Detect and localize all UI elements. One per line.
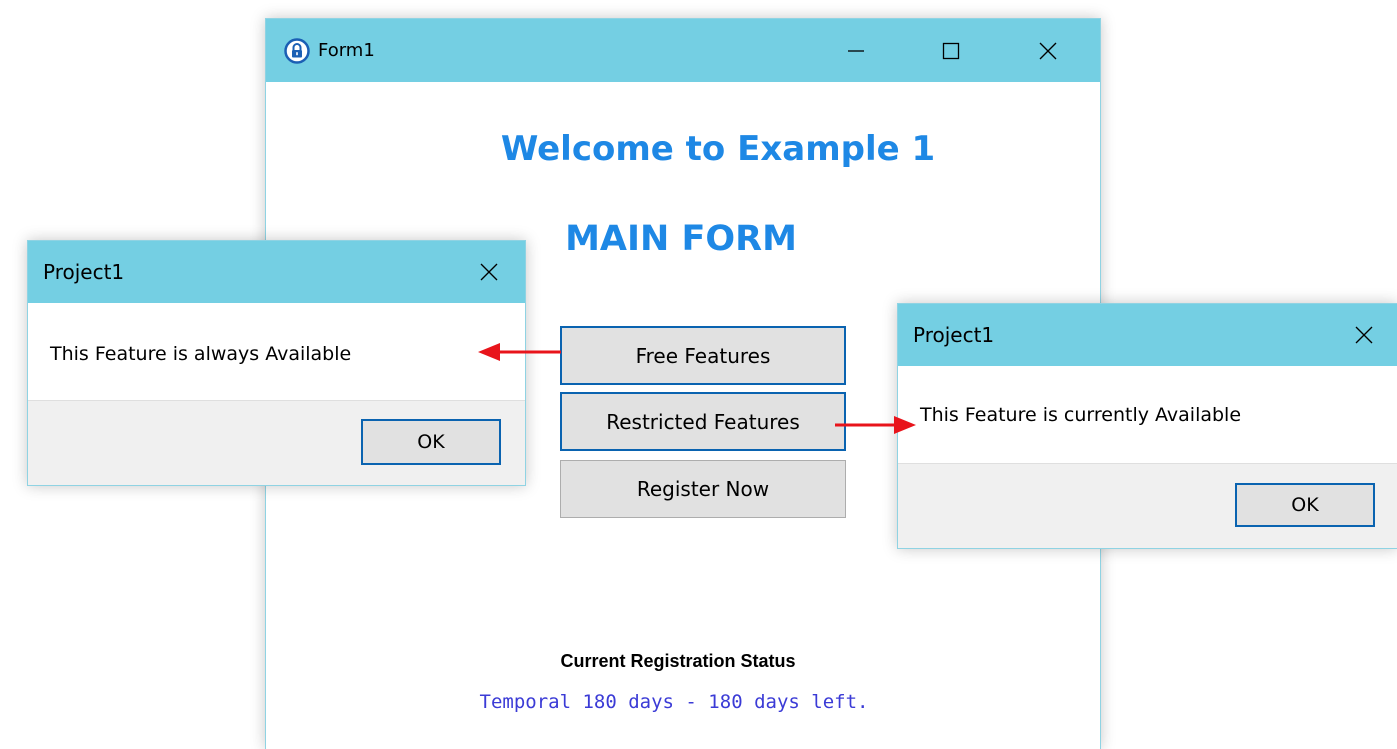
arrow-right bbox=[835, 416, 916, 434]
arrow-left bbox=[478, 343, 561, 361]
annotation-arrows bbox=[478, 343, 916, 434]
